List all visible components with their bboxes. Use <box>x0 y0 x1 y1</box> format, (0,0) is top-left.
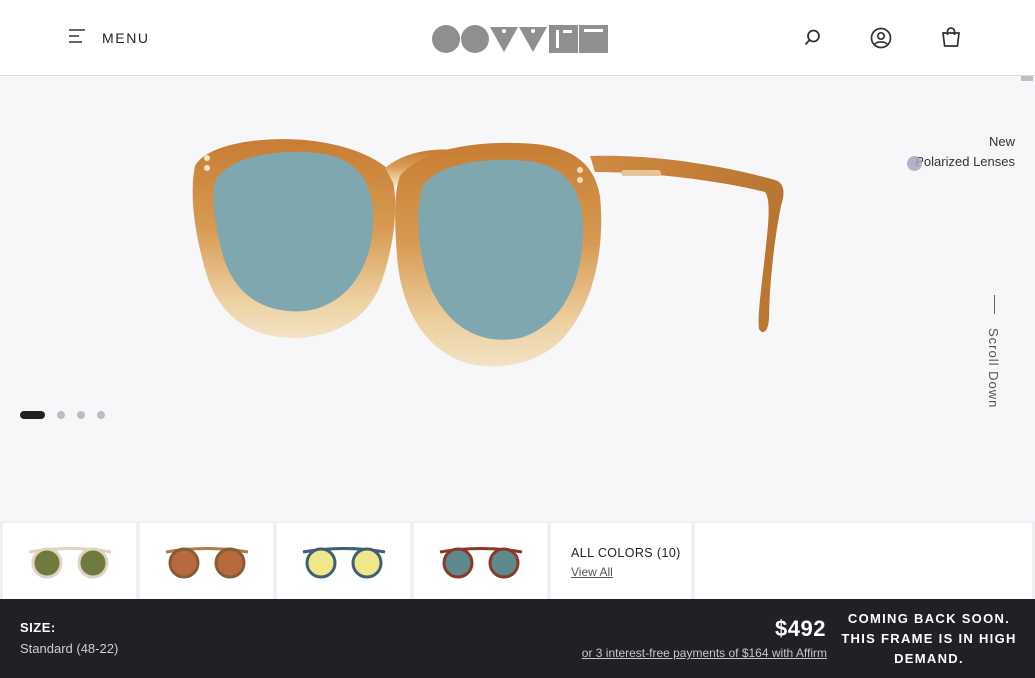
status-line-2: THIS FRAME IS IN HIGH <box>841 631 1017 646</box>
product-hero: New Polarized Lenses Scroll Down <box>0 76 1035 521</box>
all-colors-panel: ALL COLORS (10) View All <box>551 523 691 599</box>
swatch-filler <box>695 523 1032 599</box>
menu-label: MENU <box>102 30 150 46</box>
carousel-dots <box>20 411 105 419</box>
scrollbar-thumb[interactable] <box>1021 76 1033 81</box>
color-selector: ALL COLORS (10) View All <box>0 521 1035 599</box>
oliver-peoples-logo[interactable] <box>432 25 608 53</box>
size-value[interactable]: Standard (48-22) <box>20 641 118 656</box>
color-swatch-3[interactable] <box>277 523 410 599</box>
view-all-link[interactable]: View All <box>571 565 613 579</box>
status-line-1: COMING BACK SOON. <box>847 611 1011 626</box>
product-image <box>185 126 795 376</box>
all-colors-label: ALL COLORS (10) <box>571 546 681 560</box>
availability-status: COMING BACK SOON. THIS FRAME IS IN HIGH … <box>840 609 1018 669</box>
account-icon[interactable] <box>869 26 893 50</box>
carousel-dot-1[interactable] <box>20 411 45 419</box>
status-line-3: DEMAND. <box>894 651 964 666</box>
scroll-line-icon <box>994 295 995 314</box>
carousel-dot-4[interactable] <box>97 411 105 419</box>
badge-line-polarized: Polarized Lenses <box>915 154 1015 169</box>
color-swatch-4[interactable] <box>414 523 547 599</box>
purchase-bar: SIZE: Standard (48-22) $492 or 3 interes… <box>0 599 1035 678</box>
hamburger-icon <box>68 28 86 48</box>
carousel-dot-2[interactable] <box>57 411 65 419</box>
bag-icon[interactable] <box>939 26 963 50</box>
menu-button[interactable]: MENU <box>68 26 150 50</box>
color-swatch-2[interactable] <box>140 523 273 599</box>
price: $492 <box>775 616 826 641</box>
affirm-financing-link[interactable]: or 3 interest-free payments of $164 with… <box>582 646 827 660</box>
scroll-down-indicator[interactable]: Scroll Down <box>985 292 1005 417</box>
color-swatch-1[interactable] <box>3 523 136 599</box>
search-icon[interactable] <box>800 26 824 50</box>
size-label: SIZE: <box>20 620 56 635</box>
new-feature-badge: New Polarized Lenses <box>907 132 1015 172</box>
site-header: MENU <box>0 0 1035 76</box>
carousel-dot-3[interactable] <box>77 411 85 419</box>
scrollbar[interactable] <box>1020 76 1035 521</box>
badge-line-new: New <box>988 134 1015 149</box>
scroll-down-label: Scroll Down <box>986 328 1001 409</box>
